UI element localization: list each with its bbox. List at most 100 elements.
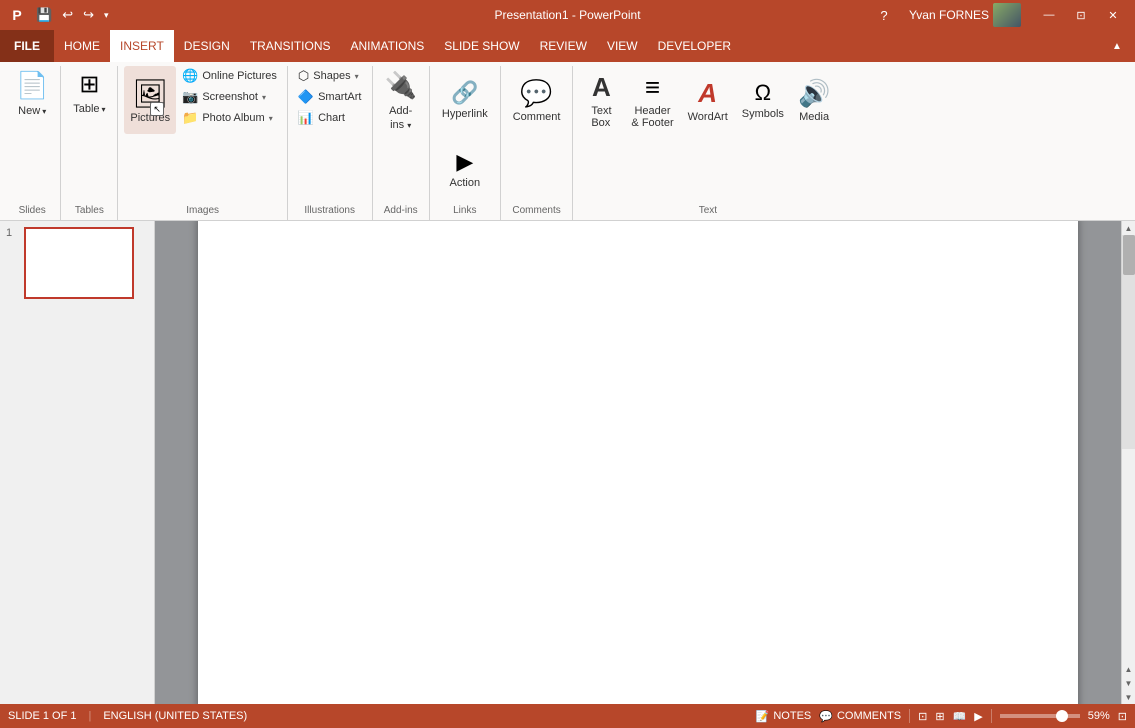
online-pictures-button[interactable]: 🌐 Online Pictures <box>178 66 281 86</box>
fit-slide-button[interactable]: ⊡ <box>1118 710 1127 723</box>
header-footer-button[interactable]: ≡ Header& Footer <box>625 66 679 134</box>
zoom-thumb[interactable] <box>1056 710 1068 722</box>
status-separator-1: | <box>88 710 91 722</box>
new-slide-top[interactable]: 📄 <box>10 66 54 103</box>
smartart-button[interactable]: 🔷 SmartArt <box>294 87 366 107</box>
addins-bottom[interactable]: Add- <box>379 103 423 119</box>
ribbon-group-slides: 📄 New ▾ Slides <box>4 66 61 220</box>
status-right: 📝 NOTES 💬 COMMENTS ⊡ ⊞ 📖 ▶ 59% ⊡ <box>756 709 1127 723</box>
menu-view[interactable]: VIEW <box>597 30 648 62</box>
menu-design[interactable]: DESIGN <box>174 30 240 62</box>
screenshot-icon: 📷 <box>182 89 198 105</box>
hyperlink-button[interactable]: 🔗 Hyperlink <box>436 66 494 134</box>
ribbon-group-tables-content: ⊞ Table ▾ <box>67 66 111 203</box>
screenshot-arrow: ▾ <box>262 93 266 102</box>
photo-album-icon: 📁 <box>182 110 198 126</box>
title-bar: P 💾 ↩ ↪ ▾ Presentation1 - PowerPoint ? Y… <box>0 0 1135 30</box>
media-button[interactable]: 🔊 Media <box>792 66 836 134</box>
menu-slide-show[interactable]: SLIDE SHOW <box>434 30 529 62</box>
slide-thumb-image-1[interactable] <box>24 227 134 299</box>
new-slide-button[interactable]: 📄 New ▾ <box>10 66 54 119</box>
window-title: Presentation1 - PowerPoint <box>494 8 640 22</box>
symbols-button[interactable]: Ω Symbols <box>736 66 790 134</box>
action-button[interactable]: ▶ Action <box>436 135 494 203</box>
new-slide-bottom[interactable]: New ▾ <box>10 103 54 119</box>
slide-canvas[interactable] <box>198 221 1078 704</box>
header-footer-icon: ≡ <box>645 72 660 103</box>
menu-animations[interactable]: ANIMATIONS <box>340 30 434 62</box>
menu-developer[interactable]: DEVELOPER <box>648 30 741 62</box>
table-top[interactable]: ⊞ <box>67 66 111 101</box>
wordart-label: WordArt <box>688 111 728 123</box>
menu-review[interactable]: REVIEW <box>530 30 597 62</box>
text-small-col: Ω Symbols <box>736 66 790 134</box>
normal-view-button[interactable]: ⊡ <box>918 710 927 723</box>
shapes-arrow: ▾ <box>355 72 359 81</box>
slideshow-button[interactable]: ▶ <box>974 710 982 723</box>
scroll-to-prev-button[interactable]: ▲ <box>1122 662 1135 676</box>
new-slide-arrow: ▾ <box>42 107 46 116</box>
right-scrollbar[interactable]: ▲ ▲ ▼ ▼ <box>1121 221 1135 704</box>
scroll-to-next-button[interactable]: ▼ <box>1122 676 1135 690</box>
reading-view-button[interactable]: 📖 <box>953 710 967 723</box>
canvas-area[interactable] <box>155 221 1121 704</box>
screenshot-button[interactable]: 📷 Screenshot ▾ <box>178 87 281 107</box>
user-info[interactable]: Yvan FORNES <box>909 3 1021 27</box>
qat-save[interactable]: 💾 <box>32 5 56 25</box>
new-slide-label: New <box>18 105 40 117</box>
ribbon-group-illustrations-content: ⬡ Shapes ▾ 🔷 SmartArt 📊 Chart <box>294 66 366 203</box>
ribbon-group-comments-content: 💬 Comment <box>507 66 567 203</box>
slideshow-icon: ▶ <box>974 710 982 723</box>
help-icon[interactable]: ? <box>875 6 893 24</box>
ribbon-collapse-btn[interactable]: ▲ <box>1103 36 1131 56</box>
notes-button[interactable]: 📝 NOTES <box>756 710 812 723</box>
scroll-up-button[interactable]: ▲ <box>1122 221 1135 235</box>
addins-top[interactable]: 🔌 <box>379 66 423 103</box>
ribbon-group-links-content: 🔗 Hyperlink ▶ Action <box>436 66 494 203</box>
table-button[interactable]: ⊞ Table ▾ <box>67 66 111 117</box>
shapes-button[interactable]: ⬡ Shapes ▾ <box>294 66 366 86</box>
scroll-track[interactable] <box>1122 235 1135 449</box>
close-button[interactable]: ✕ <box>1099 5 1127 25</box>
slide-sorter-button[interactable]: ⊞ <box>935 710 944 723</box>
addins-icon: 🔌 <box>385 70 417 101</box>
ribbon-group-illustrations-label: Illustrations <box>294 205 366 218</box>
table-bottom[interactable]: Table ▾ <box>67 101 111 117</box>
textbox-button[interactable]: A TextBox <box>579 66 623 134</box>
smartart-label: SmartArt <box>318 91 361 103</box>
restore-button[interactable]: ⊡ <box>1067 5 1095 25</box>
comment-button[interactable]: 💬 Comment <box>507 66 567 134</box>
minimize-button[interactable]: — <box>1035 5 1063 25</box>
shapes-label: Shapes <box>313 70 350 82</box>
ribbon-group-images-content: 🖼 Pictures ↖ 🌐 Online Pictures 📷 Screens… <box>124 66 281 203</box>
menu-home[interactable]: HOME <box>54 30 110 62</box>
slide-panel[interactable]: 1 <box>0 221 155 704</box>
comments-button[interactable]: 💬 COMMENTS <box>819 710 901 723</box>
menu-insert[interactable]: INSERT <box>110 30 174 62</box>
ribbon-group-comments: 💬 Comment Comments <box>501 66 574 220</box>
wordart-button[interactable]: A WordArt <box>682 66 734 134</box>
qat-redo[interactable]: ↪ <box>79 5 98 25</box>
addins-button[interactable]: 🔌 Add- ins ▾ <box>379 66 423 131</box>
scroll-down-button[interactable]: ▼ <box>1122 690 1135 704</box>
hyperlink-label: Hyperlink <box>442 108 488 120</box>
chart-label: Chart <box>318 112 345 124</box>
qat-undo[interactable]: ↩ <box>58 5 77 25</box>
pictures-button[interactable]: 🖼 Pictures ↖ <box>124 66 176 134</box>
zoom-slider[interactable] <box>1000 714 1080 718</box>
main-area: 1 ▲ ▲ ▼ ▼ <box>0 221 1135 704</box>
notes-icon: 📝 <box>756 710 770 723</box>
symbols-label: Symbols <box>742 108 784 120</box>
screenshot-label: Screenshot <box>202 91 258 103</box>
qat-customize[interactable]: ▾ <box>100 8 113 23</box>
slide-thumbnail-1[interactable]: 1 <box>6 227 148 299</box>
scroll-thumb[interactable] <box>1123 235 1135 275</box>
photo-album-button[interactable]: 📁 Photo Album ▾ <box>178 108 281 128</box>
chart-button[interactable]: 📊 Chart <box>294 108 366 128</box>
smartart-icon: 🔷 <box>298 89 314 105</box>
slide-number-1: 1 <box>6 227 18 239</box>
status-left: SLIDE 1 OF 1 | ENGLISH (UNITED STATES) <box>8 710 247 722</box>
menu-file[interactable]: FILE <box>0 30 54 62</box>
table-icon: ⊞ <box>79 70 99 99</box>
menu-transitions[interactable]: TRANSITIONS <box>240 30 341 62</box>
